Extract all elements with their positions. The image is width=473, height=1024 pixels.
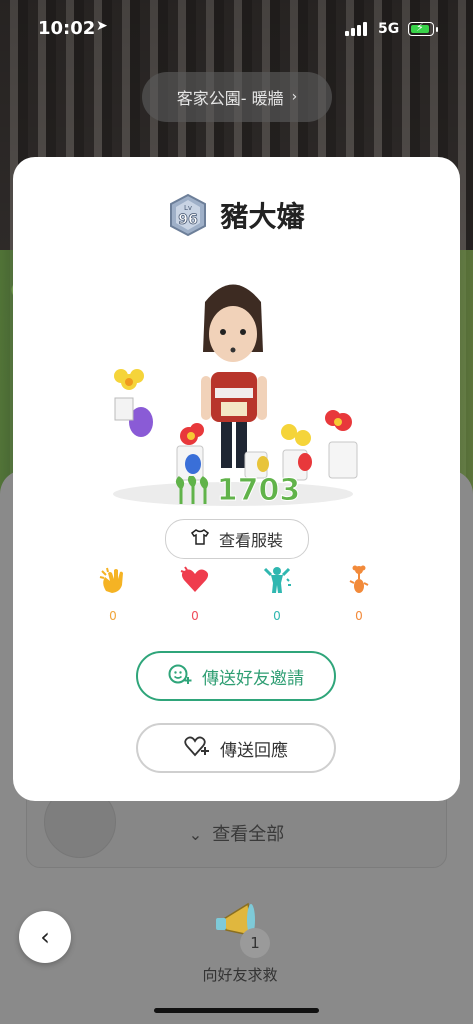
level-badge: Lv 96 (168, 193, 208, 237)
pikmin-leaf-icon (175, 475, 208, 504)
pikmin-left (114, 369, 153, 437)
profile-title-row: Lv 96 豬大嬸 (13, 193, 460, 237)
friend-profile-card: Lv 96 豬大嬸 1703 查看服裝 0 0 0 0 傳送好友邀請 傳送回應 (13, 157, 460, 801)
send-invite-label: 傳送好友邀請 (202, 668, 304, 689)
view-all-link[interactable]: ⌄ 查看全部 (0, 820, 473, 846)
signal-icon (345, 22, 371, 36)
heart-plus-icon (184, 735, 210, 762)
chevron-right-icon: › (291, 89, 298, 105)
battery-tip (436, 27, 438, 32)
sos-count-badge: 1 (240, 928, 270, 958)
chevron-left-icon: ‹ (40, 923, 50, 951)
view-outfit-button[interactable]: 查看服裝 (165, 519, 309, 559)
pikmin-group-front (176, 410, 358, 481)
home-indicator (154, 1008, 319, 1013)
location-arrow-icon: ➤ (96, 18, 108, 34)
back-button[interactable]: ‹ (19, 911, 71, 963)
reaction-cheer-count: 0 (273, 609, 281, 623)
status-time: 10:02 (38, 18, 96, 39)
send-reply-button[interactable]: 傳送回應 (136, 723, 336, 773)
level-number: 96 (179, 212, 198, 228)
send-reply-label: 傳送回應 (220, 740, 288, 761)
sos-label: 向好友求救 (202, 966, 278, 984)
reaction-flower-count: 0 (355, 609, 363, 623)
level-prefix: Lv (184, 204, 192, 212)
clap-icon (99, 567, 123, 593)
network-label: 5G (378, 21, 400, 37)
tshirt-icon (190, 529, 210, 549)
reaction-cheer: 0 (257, 565, 297, 623)
reactions-row: 0 0 0 0 (13, 565, 460, 625)
reaction-clap-count: 0 (109, 609, 117, 623)
view-all-label: 查看全部 (212, 824, 285, 845)
battery-icon: ⚡ (408, 21, 434, 36)
reaction-flower: 0 (339, 565, 379, 623)
reaction-heart: 0 (175, 565, 215, 623)
reaction-clap: 0 (93, 565, 133, 623)
location-pill[interactable]: 客家公園- 暖牆 › (142, 72, 332, 122)
pikmin-count-row: 1703 (13, 473, 460, 509)
avatar-character (201, 284, 267, 468)
chevron-down-icon: ⌄ (188, 825, 203, 844)
heart-icon (180, 566, 209, 592)
reaction-heart-count: 0 (191, 609, 199, 623)
profile-name: 豬大嬸 (220, 200, 305, 233)
view-outfit-label: 查看服裝 (218, 531, 283, 550)
add-friend-icon (168, 663, 192, 690)
ask-friend-help[interactable]: 1 向好友求救 (190, 892, 290, 992)
cheer-icon (263, 567, 291, 593)
location-label: 客家公園- 暖牆 (176, 89, 284, 108)
send-friend-invite-button[interactable]: 傳送好友邀請 (136, 651, 336, 701)
status-bar: 10:02 ➤ 5G ⚡ (0, 0, 473, 54)
flower-pikmin-icon (349, 565, 369, 593)
pikmin-count: 1703 (216, 473, 301, 509)
